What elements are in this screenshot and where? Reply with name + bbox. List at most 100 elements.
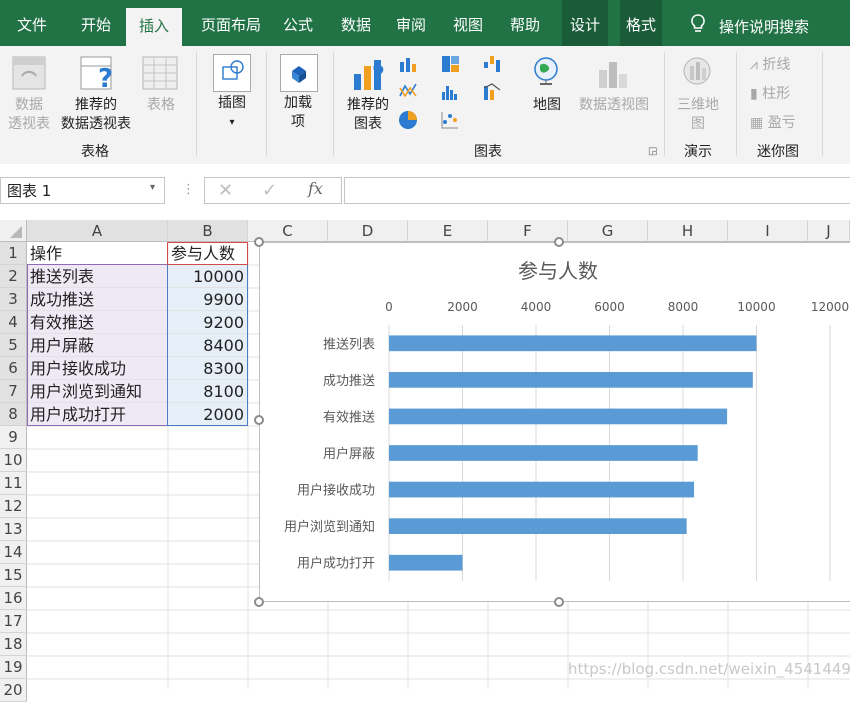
row-header[interactable]: 6: [0, 357, 27, 380]
tab-10[interactable]: 格式: [620, 0, 662, 46]
enter-icon[interactable]: ✓: [262, 180, 277, 201]
resize-handle[interactable]: [254, 415, 264, 425]
row-header[interactable]: 14: [0, 541, 27, 564]
row-header[interactable]: 15: [0, 564, 27, 587]
column-header[interactable]: B: [168, 220, 248, 242]
tab-0[interactable]: 文件: [12, 0, 52, 46]
tab-3[interactable]: 页面布局: [190, 0, 272, 46]
row-header[interactable]: 9: [0, 426, 27, 449]
column-header[interactable]: D: [328, 220, 408, 242]
illustrations-icon: [213, 54, 251, 92]
tab-4[interactable]: 公式: [276, 0, 320, 46]
map3d-button[interactable]: 三维地 图: [672, 96, 724, 134]
drag-handle-icon[interactable]: ⋮: [182, 182, 195, 197]
category-label: 成功推送: [323, 374, 375, 389]
chart-object[interactable]: 参与人数 0 2000 4000 6000 8000 10000 12000 推送列表 成功推送有…: [259, 242, 850, 602]
pivot-table-button[interactable]: 数据 透视表: [4, 96, 54, 134]
row-header[interactable]: 17: [0, 610, 27, 633]
sparkline-line-icon: ⩘: [750, 57, 763, 73]
category-label: 用户浏览到通知: [284, 519, 375, 535]
recommended-charts-button[interactable]: 推荐的 图表: [342, 96, 394, 134]
chevron-down-icon[interactable]: ▾: [150, 182, 155, 193]
resize-handle[interactable]: [254, 597, 264, 607]
cell-action[interactable]: 用户接收成功: [27, 357, 168, 380]
cell-action[interactable]: 用户成功打开: [27, 403, 168, 426]
row-header[interactable]: 19: [0, 656, 27, 679]
chart-type-gallery[interactable]: [398, 54, 518, 136]
cell-count[interactable]: 2000: [168, 403, 248, 426]
sparkline-column-button[interactable]: ▮ 柱形: [750, 83, 790, 103]
row-header[interactable]: 5: [0, 334, 27, 357]
resize-handle[interactable]: [554, 237, 564, 247]
tab-1[interactable]: 开始: [74, 0, 118, 46]
tab-8[interactable]: 帮助: [502, 0, 548, 46]
tell-me-search[interactable]: 操作说明搜索: [719, 16, 809, 37]
row-header[interactable]: 3: [0, 288, 27, 311]
row-header[interactable]: 4: [0, 311, 27, 334]
x-tick-label: 4000: [521, 300, 552, 314]
column-header[interactable]: A: [27, 220, 168, 242]
row-header[interactable]: 16: [0, 587, 27, 610]
resize-handle[interactable]: [254, 237, 264, 247]
illustrations-button[interactable]: 插图: [210, 94, 254, 113]
tab-6[interactable]: 审阅: [391, 0, 431, 46]
resize-handle[interactable]: [554, 597, 564, 607]
select-all-corner[interactable]: [0, 220, 27, 242]
addins-button[interactable]: 加载 项: [276, 94, 320, 132]
group-separator: [736, 52, 737, 156]
cell-action[interactable]: 用户屏蔽: [27, 334, 168, 357]
column-header[interactable]: I: [728, 220, 808, 242]
cell-count[interactable]: 8300: [168, 357, 248, 380]
cell-count[interactable]: 8100: [168, 380, 248, 403]
tab-7[interactable]: 视图: [446, 0, 490, 46]
x-tick-label: 8000: [668, 300, 699, 314]
sparkline-line-button[interactable]: ⩘ 折线: [750, 54, 790, 74]
column-header[interactable]: G: [568, 220, 648, 242]
cell-header-count[interactable]: 参与人数: [168, 242, 248, 265]
cell-action[interactable]: 成功推送: [27, 288, 168, 311]
cell-count[interactable]: 10000: [168, 265, 248, 288]
row-header[interactable]: 13: [0, 518, 27, 541]
map-button[interactable]: 地图: [528, 96, 566, 115]
tab-5[interactable]: 数据: [334, 0, 378, 46]
category-label: 用户成功打开: [297, 556, 375, 572]
dialog-launcher-icon[interactable]: ◲: [648, 146, 657, 157]
cancel-icon[interactable]: ✕: [218, 180, 233, 201]
table-button[interactable]: 表格: [140, 96, 182, 115]
row-header[interactable]: 12: [0, 495, 27, 518]
column-header[interactable]: J: [808, 220, 850, 242]
chevron-down-icon: ▾: [229, 117, 235, 128]
tab-9[interactable]: 设计: [562, 0, 608, 46]
column-header[interactable]: E: [408, 220, 488, 242]
sparkline-column-icon: ▮: [750, 86, 763, 102]
tab-2[interactable]: 插入: [126, 8, 182, 46]
cell-action[interactable]: 有效推送: [27, 311, 168, 334]
row-header[interactable]: 18: [0, 633, 27, 656]
cell-count[interactable]: 8400: [168, 334, 248, 357]
formula-input[interactable]: [344, 177, 850, 204]
row-header[interactable]: 7: [0, 380, 27, 403]
row-header[interactable]: 2: [0, 265, 27, 288]
cell-count[interactable]: 9200: [168, 311, 248, 334]
recommended-pivot-button[interactable]: 推荐的 数据透视表: [56, 96, 136, 134]
row-header[interactable]: 10: [0, 449, 27, 472]
row-header[interactable]: 20: [0, 679, 27, 702]
row-header[interactable]: 1: [0, 242, 27, 265]
insert-function-icon[interactable]: fx: [308, 179, 323, 198]
pivot-chart-button[interactable]: 数据透视图: [574, 96, 654, 115]
sparkline-winloss-button[interactable]: ▦ 盈亏: [750, 112, 796, 132]
cell-header-action[interactable]: 操作: [27, 242, 168, 265]
pivot-chart-icon: [595, 56, 631, 90]
name-box[interactable]: 图表 1: [0, 177, 165, 204]
row-header[interactable]: 11: [0, 472, 27, 495]
column-header[interactable]: H: [648, 220, 728, 242]
group-separator: [822, 52, 823, 156]
cell-action[interactable]: 推送列表: [27, 265, 168, 288]
cell-action[interactable]: 用户浏览到通知: [27, 380, 168, 403]
group-separator: [196, 52, 197, 156]
bar-chart: 参与人数 0 2000 4000 6000 8000 10000 12000 推送列表成功推送有…: [284, 259, 849, 581]
cell-count[interactable]: 9900: [168, 288, 248, 311]
row-header[interactable]: 8: [0, 403, 27, 426]
category-label: 推送列表: [323, 337, 375, 352]
x-tick-label: 12000: [811, 300, 849, 314]
